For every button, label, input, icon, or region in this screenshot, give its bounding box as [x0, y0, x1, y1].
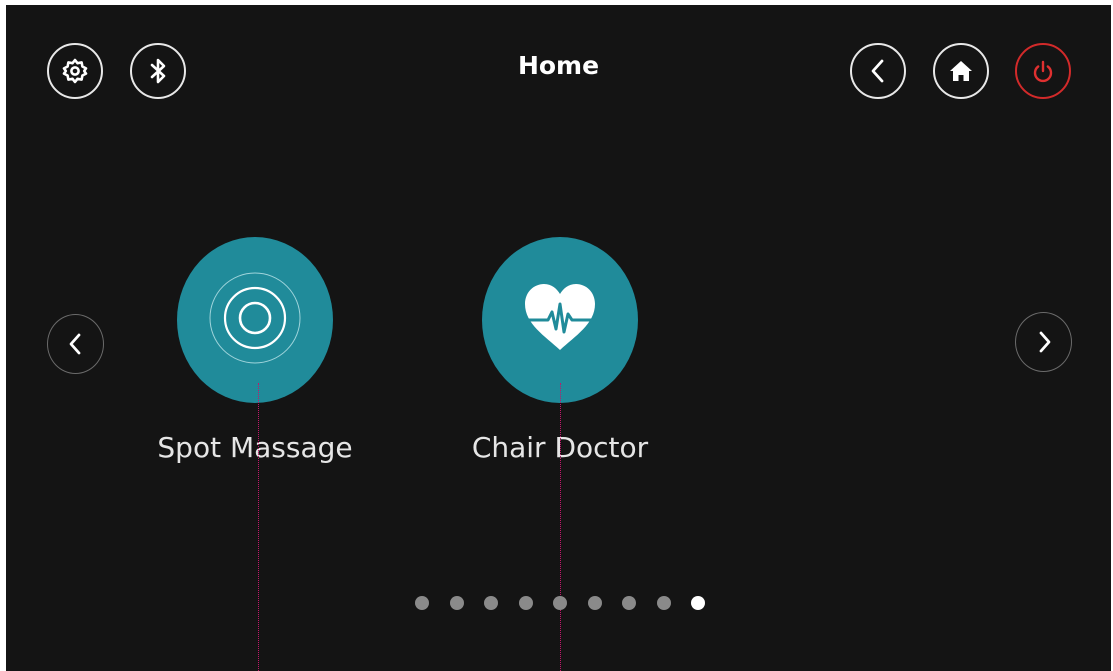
screen: Home Spot Massage Chair Doctor	[6, 5, 1111, 671]
chair-doctor-tile[interactable]	[482, 237, 638, 403]
guide-line	[560, 383, 561, 671]
page-dot[interactable]	[553, 596, 567, 610]
spot-massage-label: Spot Massage	[157, 431, 353, 464]
power-icon	[1030, 58, 1056, 84]
page-dot[interactable]	[587, 596, 602, 610]
feature-spot-massage[interactable]: Spot Massage	[135, 237, 375, 464]
chevron-left-icon	[64, 330, 88, 358]
page-dot[interactable]	[656, 596, 671, 610]
page-dot[interactable]	[622, 596, 636, 610]
power-button[interactable]	[1015, 43, 1071, 99]
chevron-left-icon	[866, 57, 890, 85]
page-dot[interactable]	[449, 596, 464, 610]
page-dot[interactable]	[484, 596, 498, 610]
carousel-next-button[interactable]	[1015, 312, 1072, 372]
back-button[interactable]	[850, 43, 906, 99]
page-dot[interactable]	[518, 596, 533, 610]
spot-massage-tile[interactable]	[177, 237, 333, 403]
concentric-rings-icon	[205, 268, 305, 373]
carousel-prev-button[interactable]	[47, 314, 104, 374]
home-button[interactable]	[933, 43, 989, 99]
page-indicator	[415, 596, 705, 610]
heartbeat-heart-icon	[521, 282, 599, 359]
page-dot[interactable]	[415, 596, 429, 610]
home-icon	[948, 58, 974, 84]
guide-line	[258, 383, 259, 671]
page-dot-active[interactable]	[691, 596, 705, 610]
chevron-right-icon	[1032, 328, 1056, 356]
